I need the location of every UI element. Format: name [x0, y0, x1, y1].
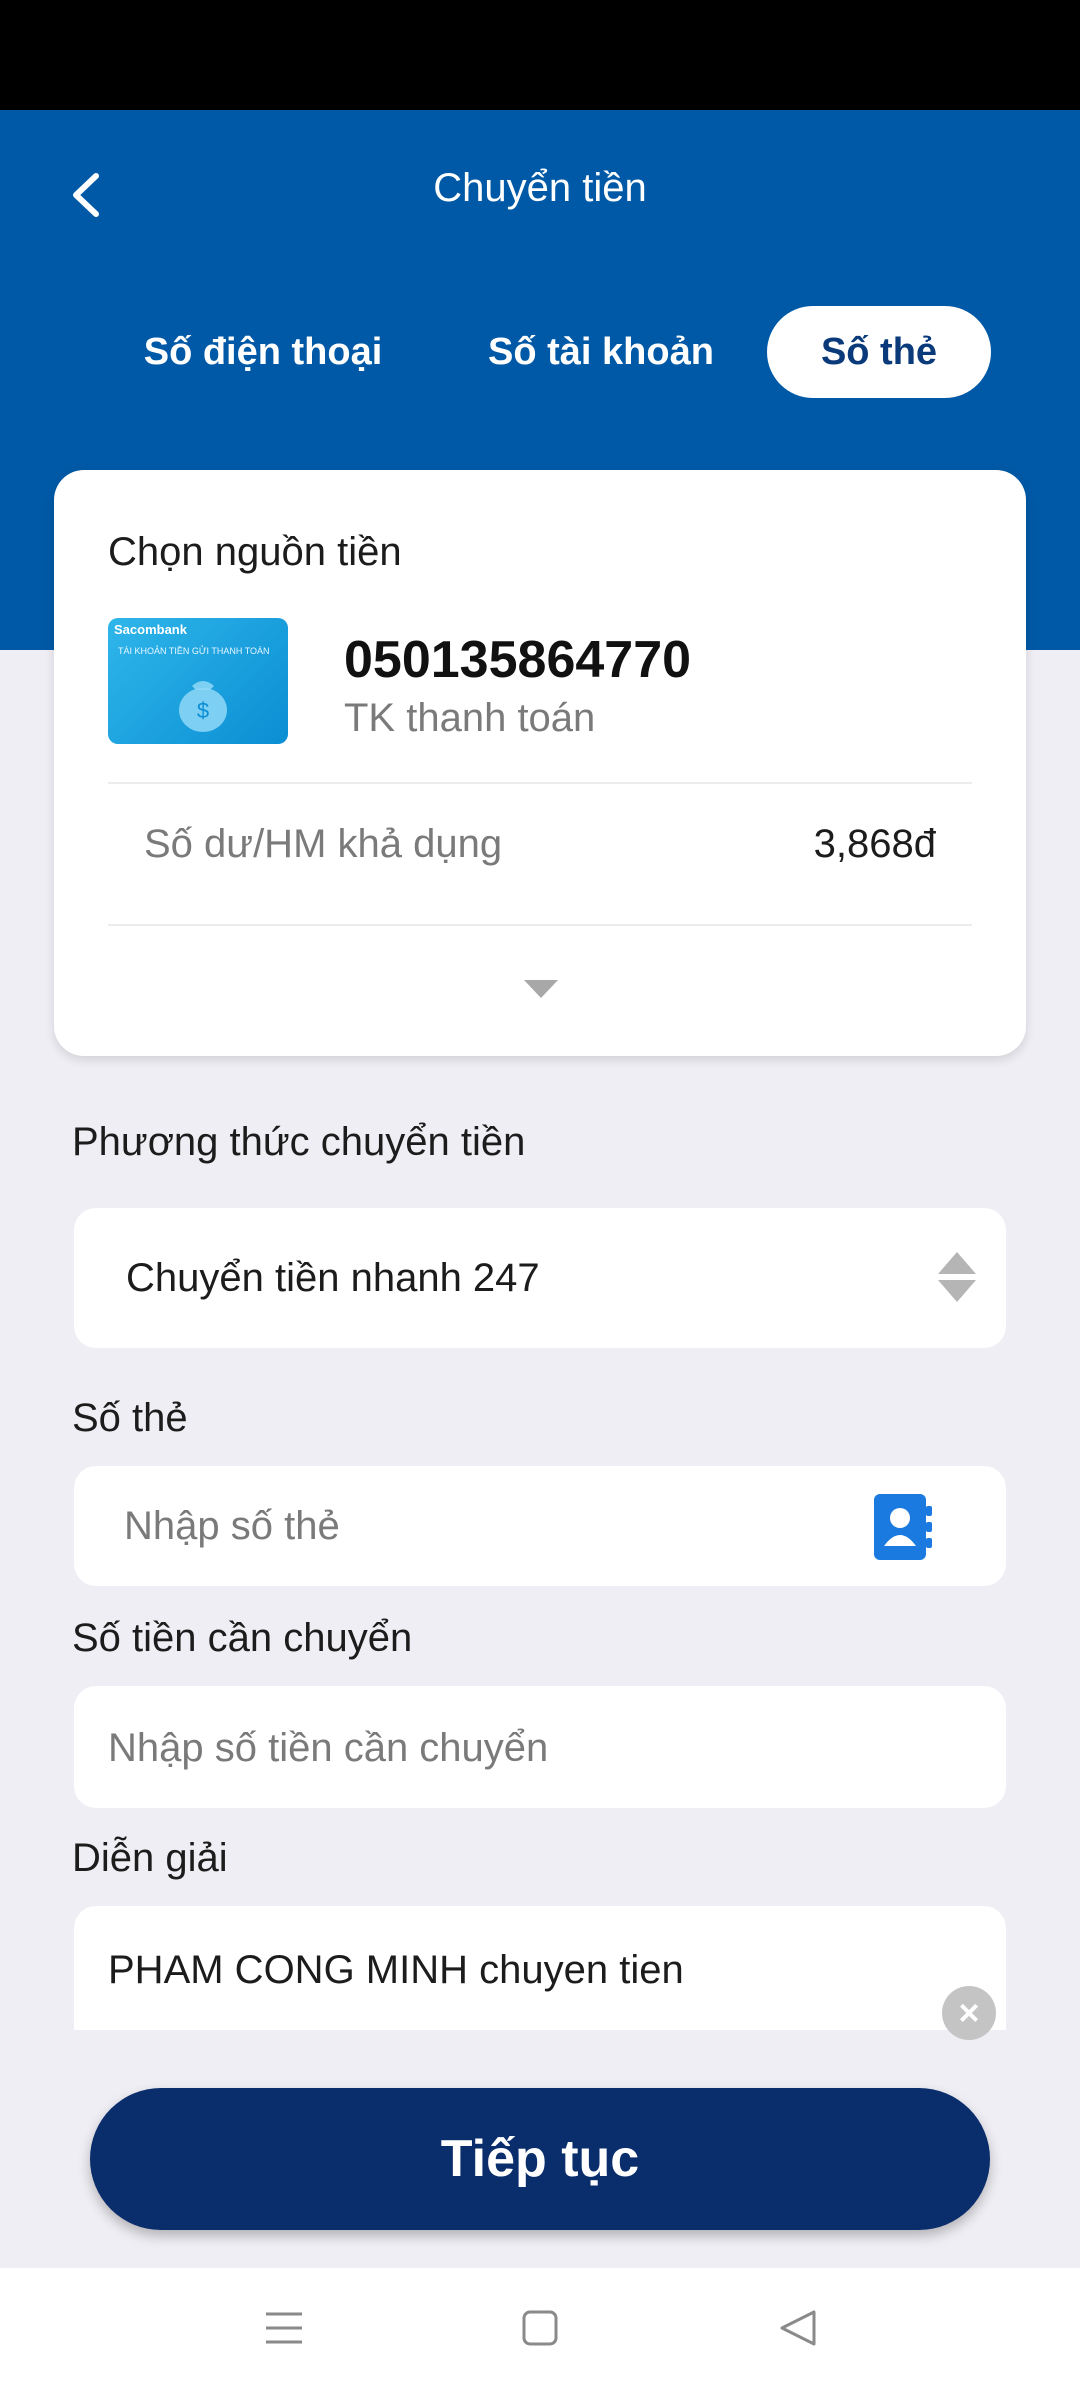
caret-down-icon[interactable]: [524, 980, 558, 998]
card-number-label: Số thẻ: [72, 1396, 188, 1440]
card-caption: TÀI KHOẢN TIỀN GỬI THANH TOÁN: [118, 646, 270, 656]
tab-bar: Số điện thoại Số tài khoản Số thẻ: [0, 306, 1080, 398]
amount-placeholder: Nhập số tiền cần chuyển: [108, 1726, 549, 1770]
contact-book-icon[interactable]: [874, 1494, 932, 1560]
amount-input[interactable]: Nhập số tiền cần chuyển: [74, 1686, 1006, 1808]
sort-arrows-icon: [938, 1252, 976, 1302]
source-card[interactable]: Chọn nguồn tiền Sacombank TÀI KHOẢN TIỀN…: [54, 470, 1026, 1056]
description-label: Diễn giải: [72, 1836, 228, 1880]
balance-value: 3,868đ: [813, 822, 936, 866]
card-number-input[interactable]: Nhập số thẻ: [74, 1466, 1006, 1586]
account-number: 050135864770: [344, 631, 692, 689]
svg-text:$: $: [197, 698, 209, 723]
menu-icon[interactable]: [264, 2308, 304, 2348]
page-title: Chuyển tiền: [433, 166, 647, 210]
tab-card-number[interactable]: Số thẻ: [767, 306, 991, 398]
divider: [108, 782, 972, 784]
card-brand: Sacombank: [114, 622, 187, 637]
amount-label: Số tiền cần chuyển: [72, 1616, 413, 1660]
back-nav-icon[interactable]: [778, 2308, 818, 2348]
system-nav-bar: [0, 2268, 1080, 2400]
method-label: Phương thức chuyển tiền: [72, 1120, 526, 1164]
bank-card-image: Sacombank TÀI KHOẢN TIỀN GỬI THANH TOÁN …: [108, 618, 288, 744]
status-bar: [0, 0, 1080, 110]
card-number-placeholder: Nhập số thẻ: [124, 1504, 340, 1548]
continue-button[interactable]: Tiếp tục: [90, 2088, 990, 2230]
description-value: PHAM CONG MINH chuyen tien: [108, 1948, 684, 1992]
divider: [108, 924, 972, 926]
tab-phone-number[interactable]: Số điện thoại: [120, 306, 406, 398]
method-value: Chuyển tiền nhanh 247: [126, 1256, 540, 1300]
home-icon[interactable]: [522, 2308, 558, 2348]
method-select[interactable]: Chuyển tiền nhanh 247: [74, 1208, 1006, 1348]
tab-account-number[interactable]: Số tài khoản: [470, 306, 732, 398]
money-bag-icon: $: [179, 681, 227, 732]
balance-label: Số dư/HM khả dụng: [144, 822, 503, 866]
description-input[interactable]: PHAM CONG MINH chuyen tien ×: [74, 1906, 1006, 2040]
clear-icon[interactable]: ×: [942, 1986, 996, 2040]
account-type: TK thanh toán: [344, 696, 596, 740]
source-label: Chọn nguồn tiền: [108, 530, 402, 574]
